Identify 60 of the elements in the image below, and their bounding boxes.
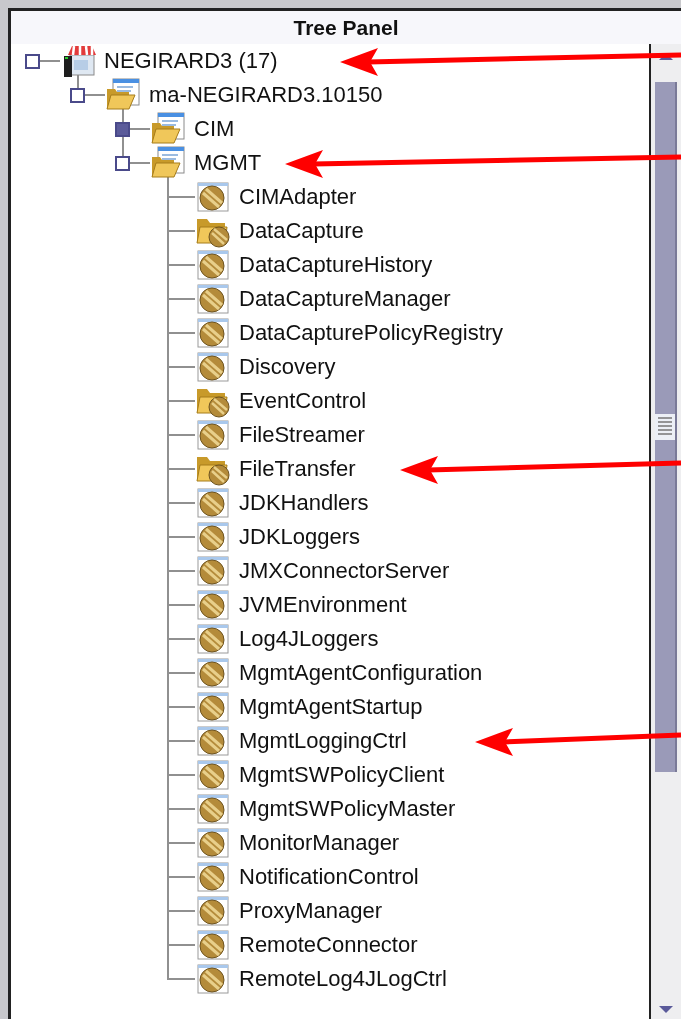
tree-node-label[interactable]: DataCapturePolicyRegistry (239, 320, 504, 346)
vertical-scrollbar[interactable] (649, 44, 681, 1019)
grip-icon (655, 414, 675, 440)
tree-node-label[interactable]: NEGIRARD3 (17) (104, 48, 278, 74)
bean-icon (195, 519, 231, 555)
scrollbar-thumb[interactable] (655, 82, 677, 772)
bean-icon (195, 349, 231, 385)
bean-icon (195, 247, 231, 283)
tree-node-label[interactable]: DataCaptureHistory (239, 252, 433, 278)
tree-node-label[interactable]: FileTransfer (239, 456, 356, 482)
folder-icon (105, 77, 141, 113)
bean-icon (195, 621, 231, 657)
tree-node-label[interactable]: MGMT (194, 150, 262, 176)
bean-icon (195, 485, 231, 521)
bean-icon (195, 655, 231, 691)
bean-icon (195, 791, 231, 827)
tree-node-label[interactable]: RemoteConnector (239, 932, 418, 958)
tree-node-label[interactable]: MonitorManager (239, 830, 400, 856)
tree-node-label[interactable]: JDKHandlers (239, 490, 369, 516)
collapse-handle[interactable] (25, 54, 40, 69)
tree-node-label[interactable]: MgmtSWPolicyClient (239, 762, 445, 788)
bean-icon (195, 893, 231, 929)
folder-icon (150, 111, 186, 147)
bean-icon (195, 927, 231, 963)
collapse-handle[interactable] (115, 156, 130, 171)
tree-node-label[interactable]: DataCaptureManager (239, 286, 451, 312)
tree-node-label[interactable]: JVMEnvironment (239, 592, 407, 618)
bean-icon (195, 281, 231, 317)
tree-node-label[interactable]: Log4JLoggers (239, 626, 379, 652)
tree-node-label[interactable]: Discovery (239, 354, 336, 380)
bean-icon (195, 417, 231, 453)
bean-icon (195, 723, 231, 759)
panel-title: Tree Panel (11, 11, 681, 44)
tree-node-label[interactable]: JMXConnectorServer (239, 558, 450, 584)
bean-icon (195, 689, 231, 725)
bean-icon (195, 315, 231, 351)
expand-handle[interactable] (115, 122, 130, 137)
bean-icon (195, 587, 231, 623)
tree-node-label[interactable]: DataCapture (239, 218, 364, 244)
tree-node-label[interactable]: MgmtAgentConfiguration (239, 660, 483, 686)
bean-icon (195, 553, 231, 589)
tree-node-label[interactable]: RemoteLog4JLogCtrl (239, 966, 447, 992)
bean-icon (195, 825, 231, 861)
tree-node-label[interactable]: MgmtSWPolicyMaster (239, 796, 456, 822)
folder-icon (150, 145, 186, 181)
tree-node-label[interactable]: ma-NEGIRARD3.10150 (149, 82, 383, 108)
tree-node-label[interactable]: CIM (194, 116, 235, 142)
tree-node-label[interactable]: MgmtLoggingCtrl (239, 728, 407, 754)
tree-node-label[interactable]: EventControl (239, 388, 367, 414)
bean-icon (195, 961, 231, 997)
tree-node-label[interactable]: JDKLoggers (239, 524, 361, 550)
tree-node-label[interactable]: FileStreamer (239, 422, 365, 448)
tree-node-label[interactable]: NotificationControl (239, 864, 419, 890)
tree-node-label[interactable]: ProxyManager (239, 898, 383, 924)
bean-icon (195, 859, 231, 895)
tree-node-label[interactable]: CIMAdapter (239, 184, 357, 210)
tree-node-label[interactable]: MgmtAgentStartup (239, 694, 423, 720)
collapse-handle[interactable] (70, 88, 85, 103)
bean-icon (195, 757, 231, 793)
bean-icon (195, 179, 231, 215)
